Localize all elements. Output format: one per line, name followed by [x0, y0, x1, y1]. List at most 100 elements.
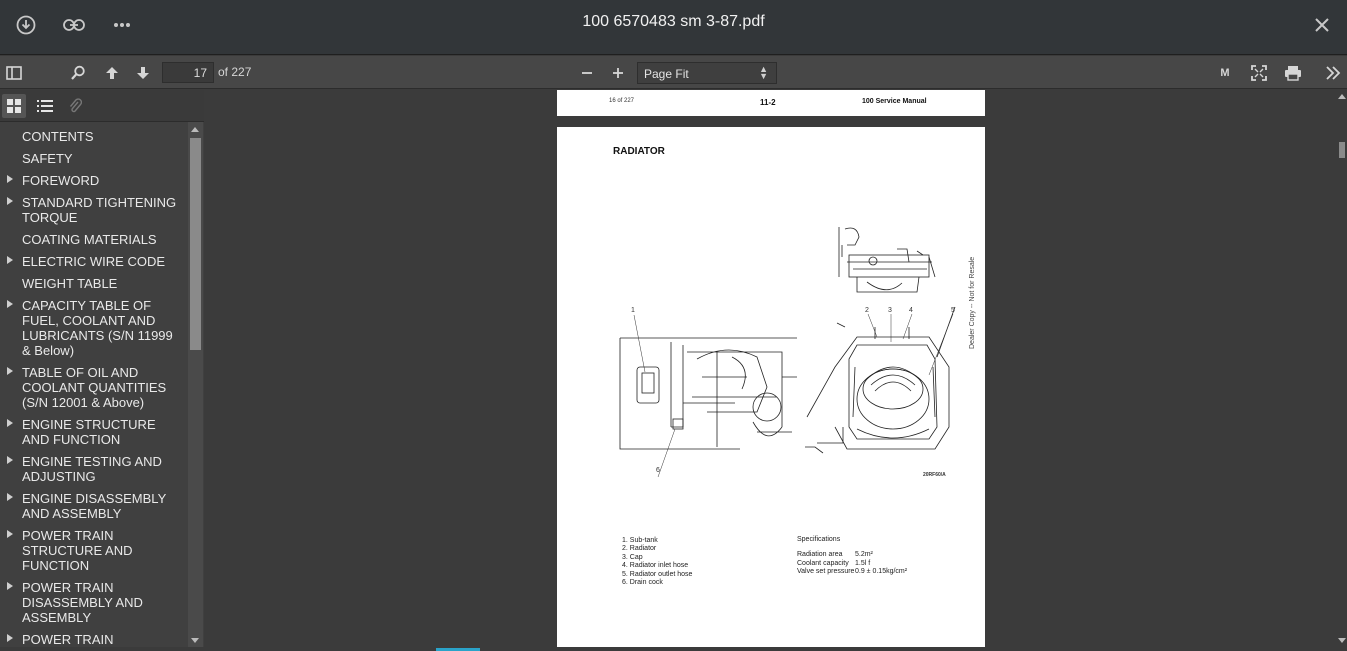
- document-title: 100 6570483 sm 3-87.pdf: [582, 13, 765, 30]
- expand-triangle-icon[interactable]: [7, 530, 13, 538]
- outline-item[interactable]: ENGINE STRUCTURE AND FUNCTION: [0, 414, 188, 451]
- outline-item[interactable]: FOREWORD: [0, 170, 188, 192]
- spec-name: Radiation area: [797, 551, 843, 559]
- scrollbar-thumb[interactable]: [190, 138, 201, 350]
- outline-view-icon[interactable]: [33, 94, 57, 118]
- outline-item[interactable]: COATING MATERIALS: [0, 229, 188, 251]
- viewer-scrollbar[interactable]: [1337, 90, 1347, 651]
- specs-title: Specifications: [797, 536, 841, 543]
- page-of-label: 16 of 227: [609, 98, 635, 104]
- outline-label: ENGINE TESTING AND ADJUSTING: [22, 454, 162, 484]
- legend-item: 3. Cap: [622, 553, 643, 561]
- outline-item[interactable]: ELECTRIC WIRE CODE: [0, 251, 188, 273]
- page-total-label: of 227: [218, 65, 252, 79]
- outline-label: STANDARD TIGHTENING TORQUE: [22, 195, 177, 225]
- callout-number: 4: [909, 307, 913, 314]
- outline-item[interactable]: POWER TRAIN: [0, 629, 188, 649]
- manual-name: 100 Service Manual: [862, 98, 927, 105]
- presentation-icon[interactable]: M: [1213, 61, 1237, 85]
- scroll-down-icon[interactable]: [1338, 638, 1346, 643]
- legend-item: 5. Radiator outlet hose: [622, 570, 693, 578]
- scrollbar-thumb[interactable]: [1339, 142, 1345, 158]
- callout-number: 3: [888, 307, 892, 314]
- outline-label: ENGINE DISASSEMBLY AND ASSEMBLY: [22, 491, 167, 521]
- outline-item[interactable]: CONTENTS: [0, 126, 188, 148]
- expand-triangle-icon[interactable]: [7, 300, 13, 308]
- minus-icon[interactable]: [575, 61, 599, 85]
- outline-label: TABLE OF OIL AND COOLANT QUANTITIES (S/N…: [22, 365, 167, 410]
- scroll-down-icon[interactable]: [191, 638, 199, 643]
- outline-label: POWER TRAIN DISASSEMBLY AND ASSEMBLY: [22, 580, 143, 625]
- outline-item[interactable]: CAPACITY TABLE OF FUEL, COOLANT AND LUBR…: [0, 295, 188, 362]
- expand-triangle-icon[interactable]: [7, 634, 13, 642]
- scroll-up-icon[interactable]: [1338, 94, 1346, 99]
- outline-scrollbar[interactable]: [188, 122, 203, 649]
- fullscreen-icon[interactable]: [1247, 61, 1271, 85]
- expand-triangle-icon[interactable]: [7, 367, 13, 375]
- previous-page: 16 of 227 11-2 100 Service Manual: [557, 90, 985, 116]
- spec-value: 5.2m²: [855, 551, 873, 559]
- legend-item: 4. Radiator inlet hose: [622, 562, 689, 570]
- thumbnail-view-icon[interactable]: [2, 94, 26, 118]
- spec-row: Coolant capacity 1.5l f: [797, 560, 967, 568]
- outline-item[interactable]: SAFETY: [0, 148, 188, 170]
- outline-label: ENGINE STRUCTURE AND FUNCTION: [22, 417, 156, 447]
- sidebar-toggle-icon[interactable]: [2, 61, 26, 85]
- sidebar-tabs: [0, 90, 204, 122]
- mode-label: M: [1220, 67, 1230, 79]
- outline-item[interactable]: TABLE OF OIL AND COOLANT QUANTITIES (S/N…: [0, 362, 188, 414]
- expand-triangle-icon[interactable]: [7, 197, 13, 205]
- outline-label: ELECTRIC WIRE CODE: [22, 254, 166, 269]
- outline-label: COATING MATERIALS: [22, 232, 157, 247]
- outline-item[interactable]: STANDARD TIGHTENING TORQUE: [0, 192, 188, 229]
- select-arrows-icon: ▲ ▼: [759, 64, 768, 81]
- print-icon[interactable]: [1281, 61, 1305, 85]
- spec-row: Valve set pressure0.9 ± 0.15kg/cm²: [797, 568, 967, 576]
- spec-value: 0.9 ± 0.15kg/cm²: [855, 568, 908, 576]
- page-number-input[interactable]: [162, 62, 214, 83]
- spec-name: Coolant capacity: [797, 559, 849, 567]
- spec-value: 1.5l f: [855, 559, 871, 567]
- expand-triangle-icon[interactable]: [7, 582, 13, 590]
- current-page: RADIATOR 1 2 3 4 5 6 20RF60/A Dealer Cop…: [557, 127, 985, 651]
- zoom-select[interactable]: Page Fit ▲ ▼: [637, 62, 777, 84]
- outline-item[interactable]: ENGINE DISASSEMBLY AND ASSEMBLY: [0, 488, 188, 525]
- outline-item[interactable]: POWER TRAIN STRUCTURE AND FUNCTION: [0, 525, 188, 577]
- outline-label: WEIGHT TABLE: [22, 276, 118, 291]
- callout-number: 5: [951, 307, 955, 314]
- arrow-down-icon[interactable]: [131, 61, 155, 85]
- outline-item[interactable]: WEIGHT TABLE: [0, 273, 188, 295]
- expand-triangle-icon[interactable]: [7, 493, 13, 501]
- zoom-value: Page Fit: [644, 67, 689, 81]
- scroll-up-icon[interactable]: [191, 127, 199, 132]
- legend-item: 2. Radiator: [622, 545, 657, 553]
- expand-triangle-icon[interactable]: [7, 419, 13, 427]
- plus-icon[interactable]: [606, 61, 630, 85]
- expand-triangle-icon[interactable]: [7, 256, 13, 264]
- pdf-toolbar: of 227 Page Fit ▲▼ M: [0, 56, 1347, 89]
- sidebar: CONTENTS SAFETY FOREWORD STANDARD TIGHTE…: [0, 90, 204, 651]
- callout-number: 1: [631, 307, 635, 314]
- parts-legend: 1. Sub-tank 2. Radiator 3. Cap 4. Radiat…: [622, 537, 762, 587]
- expand-triangle-icon[interactable]: [7, 175, 13, 183]
- close-icon[interactable]: [1309, 12, 1335, 38]
- search-icon[interactable]: [66, 61, 90, 85]
- page-code: 11-2: [760, 98, 776, 107]
- outline-item[interactable]: POWER TRAIN DISASSEMBLY AND ASSEMBLY: [0, 577, 188, 629]
- attachment-icon[interactable]: [63, 94, 87, 118]
- document-viewer[interactable]: 16 of 227 11-2 100 Service Manual RADIAT…: [204, 90, 1347, 651]
- outline-label: FOREWORD: [22, 173, 100, 188]
- status-strip: [0, 647, 1347, 651]
- figure-code: 20RF60/A: [923, 472, 946, 478]
- spec-name: Valve set pressure: [797, 568, 855, 576]
- expand-triangle-icon[interactable]: [7, 456, 13, 464]
- outline-label: CAPACITY TABLE OF FUEL, COOLANT AND LUBR…: [22, 298, 173, 358]
- callout-number: 6: [656, 467, 660, 474]
- arrow-up-icon[interactable]: [100, 61, 124, 85]
- callout-number: 2: [865, 307, 869, 314]
- outline-label: POWER TRAIN: [22, 632, 114, 647]
- outline-item[interactable]: ENGINE TESTING AND ADJUSTING: [0, 451, 188, 488]
- outline-label: SAFETY: [22, 151, 73, 166]
- double-chevron-right-icon[interactable]: [1321, 61, 1345, 85]
- watermark-text: Dealer Copy -- Not for Resale: [969, 256, 976, 349]
